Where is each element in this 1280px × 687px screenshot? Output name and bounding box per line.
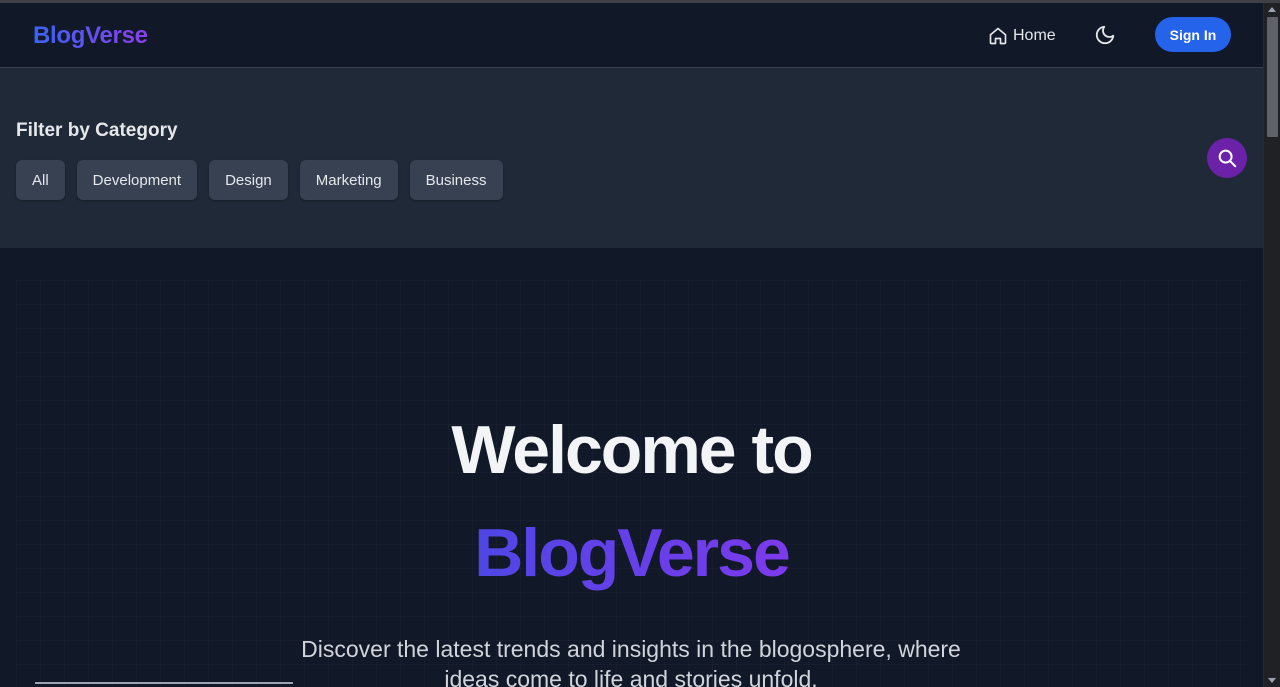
category-chip-development[interactable]: Development <box>76 160 198 200</box>
scrollbar-thumb[interactable] <box>1267 17 1278 137</box>
home-icon <box>989 27 1007 45</box>
hero-section: Welcome to BlogVerse Discover the latest… <box>0 248 1263 687</box>
scroll-up-arrow-icon[interactable] <box>1268 7 1276 12</box>
horizontal-scroll-indicator <box>35 682 293 684</box>
search-icon <box>1218 149 1237 168</box>
category-chip-business[interactable]: Business <box>409 160 503 200</box>
navbar: BlogVerse Home Sign In <box>0 3 1263 68</box>
hero-subtitle: Discover the latest trends and insights … <box>301 636 961 687</box>
theme-toggle-button[interactable] <box>1094 24 1116 46</box>
category-filter: Filter by Category All Development Desig… <box>0 68 1263 248</box>
nav-home-label: Home <box>1013 27 1056 44</box>
nav-home-link[interactable]: Home <box>988 24 1056 48</box>
moon-icon <box>1095 25 1115 45</box>
category-chip-all[interactable]: All <box>16 160 65 200</box>
filter-title: Filter by Category <box>16 120 178 141</box>
page: BlogVerse Home Sign In Filter by Categor… <box>0 3 1263 687</box>
logo[interactable]: BlogVerse <box>33 22 148 50</box>
category-list: All Development Design Marketing Busines… <box>16 160 503 200</box>
sign-in-button[interactable]: Sign In <box>1155 17 1231 52</box>
hero-title: Welcome to <box>451 412 813 488</box>
category-chip-design[interactable]: Design <box>209 160 288 200</box>
hero-brand-text: BlogVerse <box>474 515 791 591</box>
category-chip-marketing[interactable]: Marketing <box>299 160 398 200</box>
hero-brand: BlogVerse <box>0 512 1263 594</box>
search-button[interactable] <box>1207 138 1247 178</box>
vertical-scrollbar[interactable] <box>1263 3 1280 687</box>
scroll-down-arrow-icon[interactable] <box>1268 678 1276 683</box>
